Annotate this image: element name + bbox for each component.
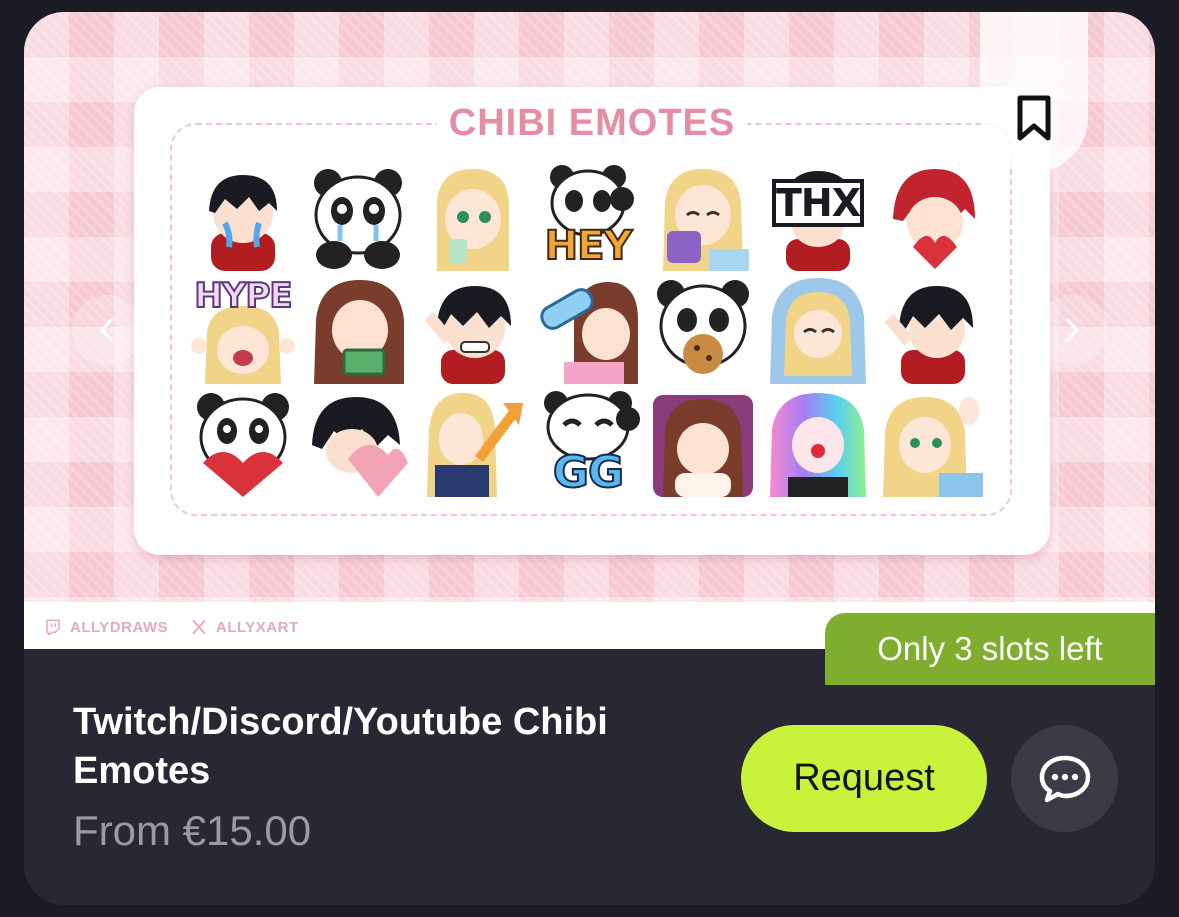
listing-banner-image[interactable]: ALLYDRAWS ALLYXART CHIBI EMOTES HEY THX …	[24, 12, 1155, 649]
emote-text-thx: THX	[775, 181, 861, 225]
sheet-heading: CHIBI EMOTES	[436, 102, 748, 144]
emote-blonde-girl-drink	[419, 163, 527, 271]
chat-button[interactable]	[1011, 725, 1118, 832]
listing-price: From €15.00	[73, 807, 312, 854]
listing-card[interactable]: ALLYDRAWS ALLYXART CHIBI EMOTES HEY THX …	[24, 12, 1155, 905]
emote-panda-cookie	[649, 276, 757, 384]
emote-salute-boy-grin	[419, 276, 527, 384]
x-handle: ALLYXART	[216, 618, 299, 636]
emote-blonde-girl-blanket	[764, 276, 872, 384]
emote-brunette-hood-blush	[649, 389, 757, 497]
chevron-right-icon	[1065, 317, 1080, 343]
listing-title: Twitch/Discord/Youtube Chibi Emotes	[73, 701, 608, 792]
emote-boy-thx-sign: THX	[764, 163, 872, 271]
twitch-icon	[46, 619, 60, 636]
emote-panda-gg: GG	[534, 389, 642, 499]
twitch-credit: ALLYDRAWS	[44, 618, 168, 636]
chevron-left-icon	[99, 317, 114, 343]
carousel-next-button[interactable]	[1037, 295, 1107, 365]
emote-rainbow-clown	[764, 389, 872, 497]
emote-panda-heart	[189, 389, 297, 497]
emote-panda-hey: HEY	[534, 163, 642, 271]
emote-redhair-heart	[879, 163, 987, 271]
emote-blonde-girl-stonks	[419, 389, 527, 497]
bookmark-button[interactable]	[980, 12, 1088, 172]
twitch-handle: ALLYDRAWS	[70, 618, 169, 636]
slots-left-badge: Only 3 slots left	[825, 613, 1155, 685]
emote-panda-crying	[304, 163, 412, 271]
emote-grid: HEY THX HYPE GG	[189, 163, 989, 499]
chat-bubble-icon	[1039, 755, 1090, 802]
emote-text-gg: GG	[552, 446, 625, 499]
carousel-prev-button[interactable]	[72, 295, 142, 365]
emote-blonde-girl-wave	[879, 389, 987, 497]
emote-boy-hug-heart	[304, 389, 412, 497]
x-credit: ALLYXART	[190, 618, 299, 636]
emote-brunette-money	[304, 276, 412, 384]
emote-text-hey: HEY	[544, 222, 634, 270]
request-button[interactable]: Request	[741, 725, 987, 832]
emote-blonde-girl-mug	[649, 163, 757, 271]
bookmark-icon	[1017, 95, 1051, 141]
x-logo-icon	[192, 619, 206, 635]
emote-salute-boy-crying	[189, 163, 297, 271]
emote-sheet: CHIBI EMOTES HEY THX HYPE GG	[134, 87, 1050, 555]
emote-salute-boy-serious	[879, 276, 987, 384]
emote-girl-water-bottle	[534, 276, 642, 384]
emote-text-hype: HYPE	[193, 275, 293, 317]
emote-blonde-girl-hype: HYPE	[189, 275, 297, 384]
